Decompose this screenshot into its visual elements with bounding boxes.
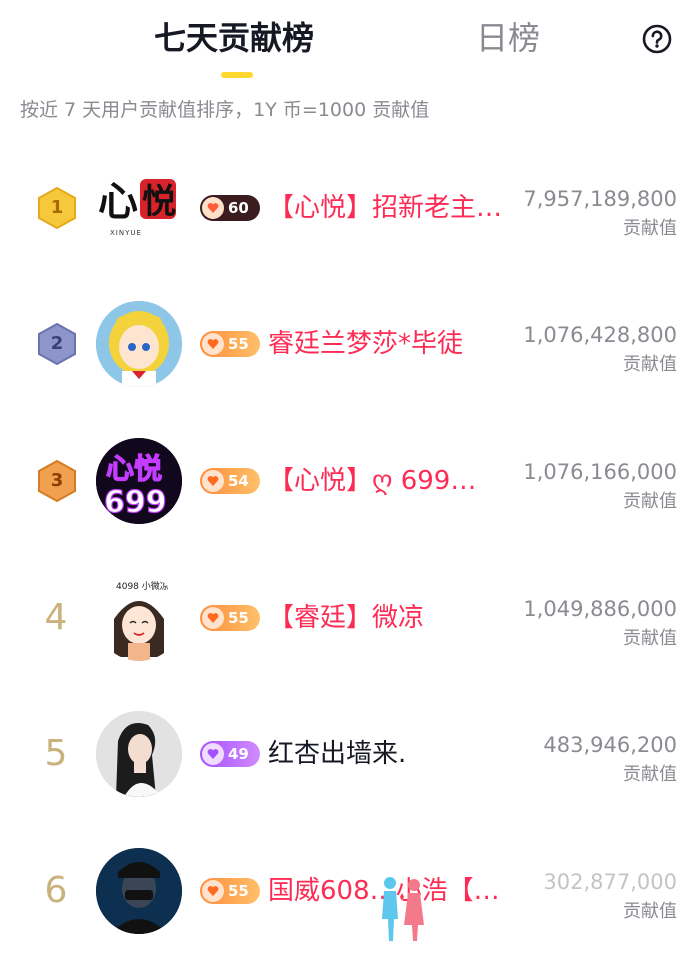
avatar[interactable] [96,711,182,797]
user-level-badge: 54 [200,468,260,494]
decorative-couple-sticker [372,871,432,943]
level-number: 55 [228,609,249,627]
tab-daily[interactable]: 日榜 [476,16,540,60]
username[interactable]: 【心悦】招新老主… [268,186,520,230]
level-number: 54 [228,472,249,490]
avatar[interactable]: 4098 小微凉 [96,575,182,661]
rank-number: 3 [50,470,64,491]
contribution-score: 483,946,200 [543,733,677,757]
list-item[interactable]: 5 49 红杏出墙来. 483,946,200 贡献值 [0,704,699,804]
level-heart-icon [202,743,224,765]
level-heart-icon [202,607,224,629]
contribution-score: 1,076,166,000 [523,460,677,484]
list-item[interactable]: 1 心 悦 XINYUE 60 【心悦】招新老主… 7,957,189,800 … [0,158,699,258]
tab-seven-day[interactable]: 七天贡献榜 [154,16,314,60]
rank-number: 4 [44,597,68,638]
question-circle-icon[interactable] [642,24,672,54]
rank-number: 2 [50,333,64,354]
username[interactable]: 红杏出墙来. [268,732,498,776]
svg-text:心悦: 心悦 [106,452,162,485]
avatar[interactable]: 心 悦 XINYUE [96,165,182,251]
user-level-badge: 55 [200,605,260,631]
list-item[interactable]: 6 55 国威608…小浩【… 302,877,000 贡献值 [0,841,699,941]
username[interactable]: 【睿廷】微凉 [268,596,498,640]
level-number: 55 [228,882,249,900]
contribution-score: 1,049,886,000 [523,597,677,621]
user-level-badge: 60 [200,195,260,221]
avatar[interactable]: 心悦 699 [96,438,182,524]
contribution-label: 贡献值 [623,901,677,922]
active-tab-indicator [221,72,253,78]
contribution-label: 贡献值 [623,218,677,239]
svg-text:699: 699 [104,485,167,520]
avatar[interactable] [96,301,182,387]
rank-number: 1 [50,197,64,218]
username[interactable]: 【心悦】ღ 699… [268,459,498,503]
leaderboard-tabs: 七天贡献榜 日榜 [0,0,699,90]
level-heart-icon [202,880,224,902]
user-level-badge: 55 [200,331,260,357]
contribution-label: 贡献值 [623,628,677,649]
user-level-badge: 49 [200,741,260,767]
svg-text:XINYUE: XINYUE [110,229,142,237]
level-heart-icon [202,197,224,219]
username[interactable]: 睿廷兰梦莎*毕徒 [268,322,498,366]
svg-text:心: 心 [98,178,138,225]
contribution-label: 贡献值 [623,354,677,375]
rank-silver-badge: 2 [36,322,78,366]
level-number: 60 [228,199,249,217]
contribution-score: 302,877,000 [543,870,677,894]
rank-number: 6 [44,870,68,911]
contribution-score: 1,076,428,800 [523,323,677,347]
level-number: 49 [228,745,249,763]
rank-gold-badge: 1 [36,186,78,230]
avatar[interactable] [96,848,182,934]
list-item[interactable]: 4 4098 小微凉 55 【睿廷】微凉 1,049,886,000 贡献值 [0,568,699,668]
contribution-score: 7,957,189,800 [523,187,677,211]
rank-bronze-badge: 3 [36,459,78,503]
svg-text:4098 小微凉: 4098 小微凉 [116,580,169,592]
list-item[interactable]: 2 55 睿廷兰梦莎*毕徒 1,076,428,800 贡献值 [0,294,699,394]
contribution-label: 贡献值 [623,764,677,785]
list-item[interactable]: 3 心悦 699 54 【心悦】ღ 699… 1,076,166,000 贡献值 [0,431,699,531]
rank-number: 5 [44,733,68,774]
contribution-label: 贡献值 [623,491,677,512]
ranking-description: 按近 7 天用户贡献值排序，1Y 币=1000 贡献值 [20,99,430,121]
user-level-badge: 55 [200,878,260,904]
level-heart-icon [202,470,224,492]
level-heart-icon [202,333,224,355]
level-number: 55 [228,335,249,353]
svg-text:悦: 悦 [142,182,176,222]
